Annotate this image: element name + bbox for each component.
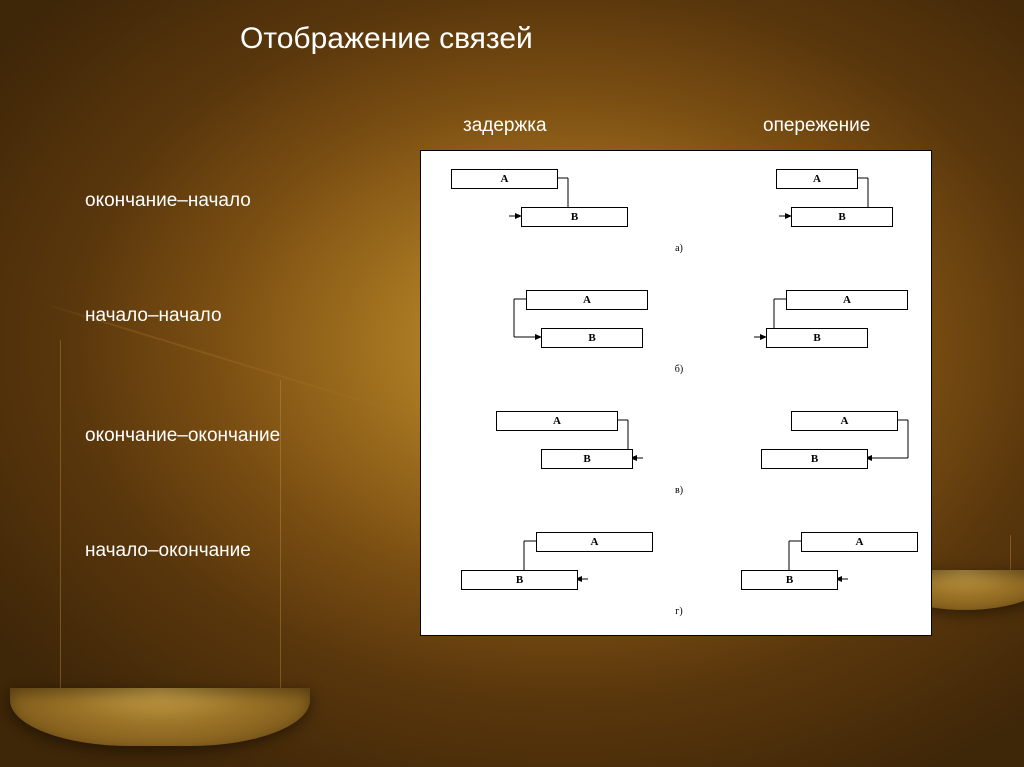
task-box-b: B — [541, 449, 633, 469]
task-box-b: B — [521, 207, 628, 227]
task-box-b: B — [791, 207, 893, 227]
task-box-b: B — [741, 570, 838, 590]
row-sublabel: г) — [669, 606, 689, 617]
task-box-b: B — [541, 328, 643, 348]
scale-wire-decoration — [60, 340, 61, 690]
task-box-a: A — [776, 169, 858, 189]
scale-wire-decoration — [1010, 535, 1011, 580]
task-box-a: A — [786, 290, 908, 310]
task-box-a: A — [791, 411, 898, 431]
slide-title: Отображение связей — [240, 22, 533, 56]
row-label-ss: начало–начало — [85, 305, 222, 327]
diagram-panel: ABABABABABABABABа)б)в)г) — [420, 150, 932, 636]
row-label-ff: окончание–окончание — [85, 425, 280, 447]
scale-pan-left-decoration — [10, 688, 310, 746]
slide: Отображение связей задержка опережение о… — [0, 0, 1024, 767]
task-box-a: A — [496, 411, 618, 431]
task-box-a: A — [526, 290, 648, 310]
row-sublabel: а) — [669, 243, 689, 254]
task-box-b: B — [766, 328, 868, 348]
row-sublabel: в) — [669, 485, 689, 496]
column-header-delay: задержка — [463, 115, 547, 137]
task-box-a: A — [536, 532, 653, 552]
task-box-a: A — [451, 169, 558, 189]
row-label-fs: окончание–начало — [85, 190, 251, 212]
row-label-sf: начало–окончание — [85, 540, 251, 562]
row-sublabel: б) — [669, 364, 689, 375]
task-box-a: A — [801, 532, 918, 552]
column-header-lead: опережение — [763, 115, 870, 137]
task-box-b: B — [461, 570, 578, 590]
task-box-b: B — [761, 449, 868, 469]
